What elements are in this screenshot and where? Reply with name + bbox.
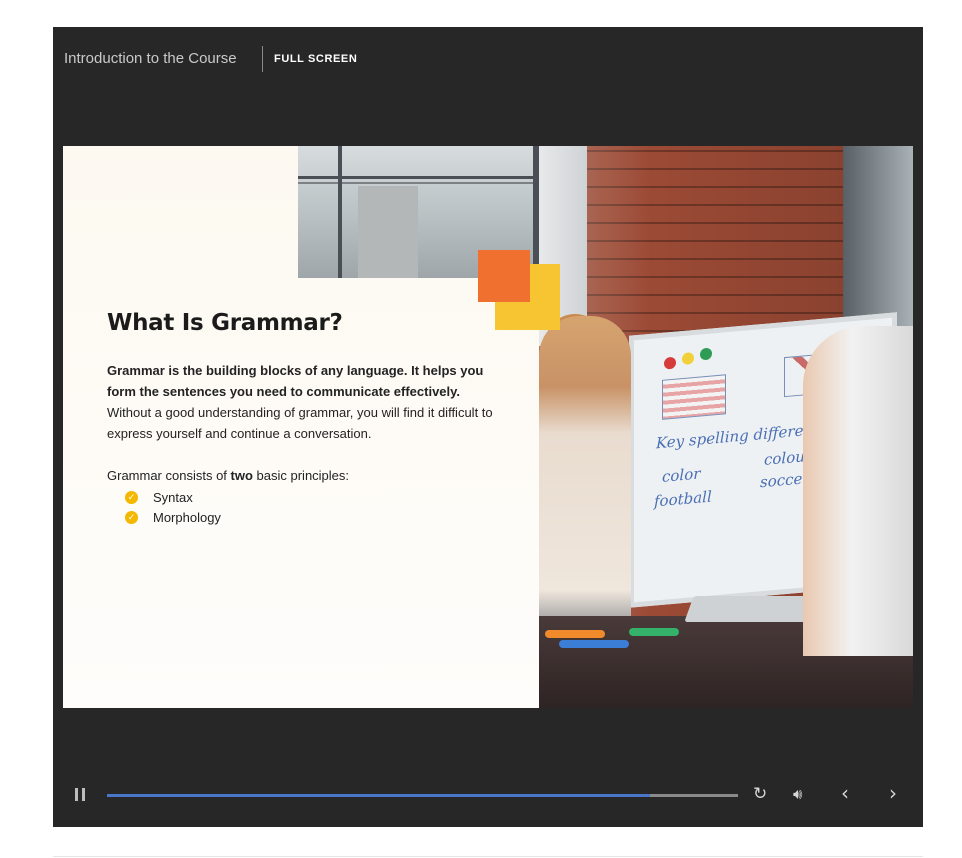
previous-icon[interactable]: ‹	[841, 781, 849, 805]
pause-icon[interactable]	[75, 788, 86, 801]
course-title: Introduction to the Course	[64, 50, 237, 67]
player-header: Introduction to the Course FULL SCREEN	[53, 27, 923, 93]
list-item-label: Syntax	[153, 489, 193, 505]
whiteboard-word-us-1: color	[662, 464, 701, 486]
check-icon: ✓	[125, 490, 138, 504]
next-icon[interactable]: ›	[889, 781, 897, 805]
check-icon: ✓	[125, 510, 138, 524]
progress-bar[interactable]	[107, 794, 738, 797]
page-divider	[53, 856, 923, 857]
progress-fill	[107, 794, 650, 797]
principles-block: Grammar consists of two basic principles…	[107, 468, 507, 527]
whiteboard-word-us-2: football	[654, 487, 712, 511]
lesson-slide: Key spelling differences color colour fo…	[63, 146, 913, 708]
course-player: Introduction to the Course FULL SCREEN K…	[53, 27, 923, 827]
principles-sentence: Grammar consists of two basic principles…	[107, 468, 350, 483]
fullscreen-button[interactable]: FULL SCREEN	[274, 53, 357, 65]
intro-body-text: Without a good understanding of grammar,…	[107, 405, 493, 441]
list-item-label: Morphology	[153, 509, 221, 525]
classroom-photo: Key spelling differences color colour fo…	[539, 146, 913, 708]
list-item: ✓ Syntax	[125, 487, 507, 507]
student-figure	[803, 326, 913, 656]
intro-bold-text: Grammar is the building blocks of any la…	[107, 363, 484, 399]
header-divider	[262, 46, 263, 72]
volume-icon[interactable]: 🔊︎	[793, 785, 802, 803]
principles-list: ✓ Syntax ✓ Morphology	[107, 487, 507, 527]
slide-heading: What Is Grammar?	[107, 310, 343, 336]
playback-controls: ↻ 🔊︎ ‹ ›	[53, 779, 923, 811]
list-item: ✓ Morphology	[125, 507, 507, 527]
replay-icon[interactable]: ↻	[753, 784, 767, 804]
slide-intro: Grammar is the building blocks of any la…	[107, 360, 507, 444]
orange-accent-square	[478, 250, 530, 302]
